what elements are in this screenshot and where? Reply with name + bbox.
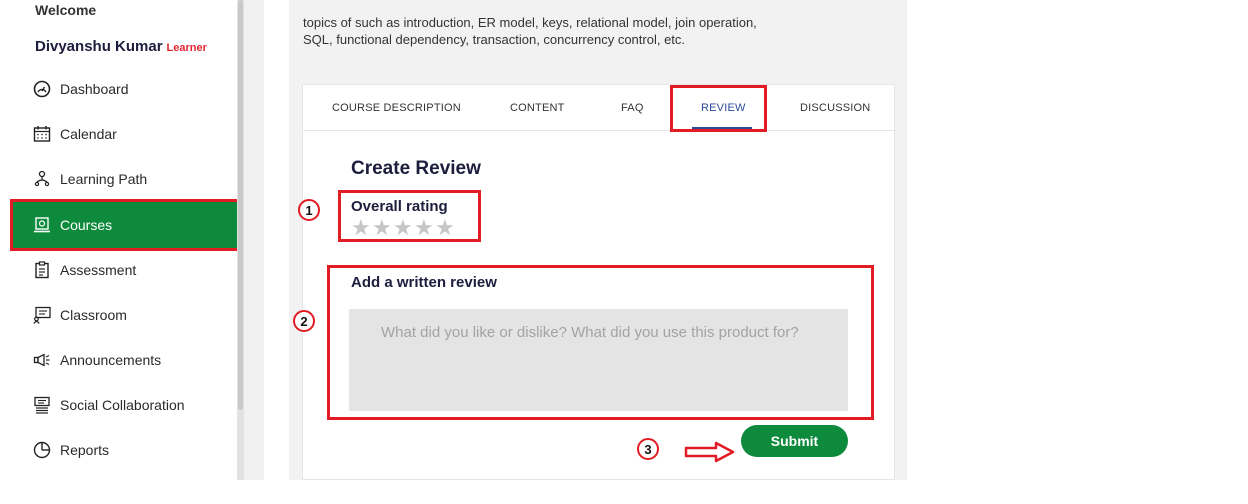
arrow-right-icon xyxy=(684,441,735,463)
create-review-heading: Create Review xyxy=(351,158,481,179)
sidebar-item-social-collaboration[interactable]: Social Collaboration xyxy=(12,382,236,428)
sidebar-item-announcements[interactable]: Announcements xyxy=(12,337,236,383)
tab-faq[interactable]: FAQ xyxy=(621,102,644,114)
sidebar-scrollbar[interactable] xyxy=(237,0,244,480)
star-icon[interactable]: ★ xyxy=(351,217,371,239)
review-tab-highlight xyxy=(670,85,767,132)
star-icon[interactable]: ★ xyxy=(414,217,434,239)
overall-rating-label: Overall rating xyxy=(351,198,448,215)
courses-icon xyxy=(32,215,52,235)
step-marker-3: 3 xyxy=(637,438,659,460)
sidebar-item-learning-path[interactable]: Learning Path xyxy=(12,156,236,202)
step-marker-2: 2 xyxy=(293,310,315,332)
user-name: Divyanshu Kumar Learner xyxy=(35,38,207,55)
announcements-icon xyxy=(32,350,52,370)
sidebar-item-label: Dashboard xyxy=(60,81,129,97)
sidebar-item-label: Assessment xyxy=(60,262,137,278)
learning-path-icon xyxy=(32,169,52,189)
sidebar-item-dashboard[interactable]: Dashboard xyxy=(12,66,236,112)
tab-content[interactable]: CONTENT xyxy=(510,102,565,114)
sidebar: Welcome Divyanshu Kumar Learner Dashboard… xyxy=(0,0,240,480)
tab-bar: COURSE DESCRIPTION CONTENT FAQ REVIEW DI… xyxy=(303,85,896,132)
sidebar-item-label: Reports xyxy=(60,442,110,458)
tab-course-description[interactable]: COURSE DESCRIPTION xyxy=(332,102,461,114)
sidebar-item-assessment[interactable]: Assessment xyxy=(12,247,236,293)
sidebar-item-label: Classroom xyxy=(60,307,127,323)
sidebar-item-label: Learning Path xyxy=(60,171,148,187)
tab-discussion[interactable]: DISCUSSION xyxy=(800,102,870,114)
sidebar-item-classroom[interactable]: Classroom xyxy=(12,292,236,338)
social-collaboration-icon xyxy=(32,395,52,415)
sidebar-item-label: Social Collaboration xyxy=(60,397,185,413)
classroom-icon xyxy=(32,305,52,325)
star-rating[interactable]: ★ ★ ★ ★ ★ xyxy=(351,217,455,239)
sidebar-item-label: Announcements xyxy=(60,352,162,368)
user-name-text: Divyanshu Kumar xyxy=(35,38,163,55)
submit-button[interactable]: Submit xyxy=(741,425,848,457)
assessment-icon xyxy=(32,260,52,280)
review-textarea[interactable] xyxy=(349,309,848,411)
content-gutter xyxy=(244,0,264,480)
sidebar-item-courses[interactable]: Courses xyxy=(10,199,240,251)
sidebar-item-label: Calendar xyxy=(60,126,117,142)
sidebar-item-reports[interactable]: Reports xyxy=(12,427,236,473)
star-icon[interactable]: ★ xyxy=(393,217,413,239)
calendar-icon xyxy=(32,124,52,144)
dashboard-icon xyxy=(32,79,52,99)
sidebar-item-label: Courses xyxy=(60,217,113,233)
star-icon[interactable]: ★ xyxy=(435,217,455,239)
user-role-badge: Learner xyxy=(166,42,207,54)
sidebar-item-calendar[interactable]: Calendar xyxy=(12,111,236,157)
welcome-text: Welcome xyxy=(35,3,97,15)
star-icon[interactable]: ★ xyxy=(372,217,392,239)
sidebar-scrollbar-thumb[interactable] xyxy=(238,0,243,410)
written-review-label: Add a written review xyxy=(351,274,497,291)
reports-icon xyxy=(32,440,52,460)
course-description: topics of such as introduction, ER model… xyxy=(303,15,757,47)
step-marker-1: 1 xyxy=(298,199,320,221)
